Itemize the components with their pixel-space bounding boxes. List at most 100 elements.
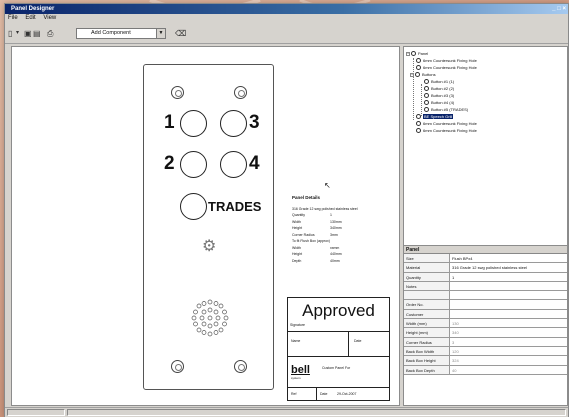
bell-logo-sub: system <box>291 376 301 380</box>
property-key: Height (mm) <box>404 328 450 337</box>
menu-file[interactable]: File <box>5 14 21 23</box>
property-row[interactable]: Corner Radius 3 <box>404 337 567 347</box>
tree-item-button[interactable]: Button #5 (TRADES) <box>424 107 468 113</box>
button-1-label: 1 <box>164 112 175 133</box>
tree-label: Button #5 (TRADES) <box>431 107 469 112</box>
proximity-reader-icon[interactable]: ⚙ <box>202 239 216 255</box>
close-button[interactable]: × <box>562 6 566 12</box>
property-row[interactable]: Back Box Height 324 <box>404 356 567 366</box>
property-row[interactable]: Size Flush BPx4 <box>404 254 567 264</box>
property-row[interactable]: Height (mm) 340 <box>404 328 567 338</box>
property-value[interactable]: 120 <box>450 347 567 355</box>
new-file-icon[interactable]: ▯ <box>8 29 12 38</box>
tree-item-hole[interactable]: 6mm Countersunk Fixing Hole <box>416 128 477 134</box>
maximize-button[interactable]: □ <box>557 6 561 12</box>
date2-label: Date <box>320 392 328 396</box>
property-row[interactable]: Order No. <box>404 300 567 310</box>
property-row[interactable] <box>404 291 567 301</box>
property-key: Back Box Height <box>404 356 450 365</box>
design-canvas[interactable]: 1 3 2 4 TRADES ⚙ ↖ Panel Details 316 Gra… <box>11 46 400 406</box>
menu-edit[interactable]: Edit <box>22 14 38 23</box>
property-value[interactable]: 324 <box>450 356 567 364</box>
property-value[interactable] <box>450 300 567 308</box>
dropdown-arrow-icon[interactable]: ▾ <box>16 29 19 38</box>
panel-button-4[interactable] <box>220 151 247 178</box>
component-tree[interactable]: − Panel 6mm Countersunk Fixing Hole 6mm C… <box>403 46 568 246</box>
property-value[interactable]: 316 Grade 12 swg polished stainless stee… <box>450 263 567 271</box>
property-value[interactable]: 40 <box>450 366 567 374</box>
details-row: Depth 40mm <box>292 258 402 265</box>
panel-button-3[interactable] <box>220 110 247 137</box>
panel-preview[interactable]: 1 3 2 4 TRADES ⚙ <box>143 64 274 390</box>
tree-label: Button #3 (3) <box>431 93 455 98</box>
button-icon <box>424 107 429 113</box>
tree-item-speech-grill[interactable]: BE Speech Grill <box>416 114 454 120</box>
tree-item-panel[interactable]: − Panel <box>406 51 428 57</box>
collapse-icon[interactable]: − <box>410 72 414 77</box>
property-key: Order No. <box>404 300 450 309</box>
property-value[interactable]: 1 <box>450 273 567 281</box>
property-value[interactable]: 130 <box>450 319 567 327</box>
open-folder-icon[interactable]: ▤ <box>33 29 41 38</box>
speech-grill-icon[interactable] <box>187 295 233 341</box>
panel-button-1[interactable] <box>180 110 207 137</box>
property-key: Back Box Depth <box>404 365 450 374</box>
property-row[interactable]: Width (mm) 130 <box>404 319 567 329</box>
divider <box>348 331 349 356</box>
fixing-hole[interactable] <box>171 360 184 373</box>
tree-connector <box>421 84 422 116</box>
fixing-hole[interactable] <box>171 86 184 99</box>
fixing-hole[interactable] <box>234 360 247 373</box>
panel-button-2[interactable] <box>180 151 207 178</box>
tree-item-button[interactable]: Button #4 (4) <box>424 100 454 106</box>
divider <box>288 356 389 357</box>
print-icon[interactable]: ⎙ <box>47 29 53 38</box>
details-value: 40mm <box>330 258 340 263</box>
tree-item-button[interactable]: Button #2 (2) <box>424 86 454 92</box>
status-bar <box>5 407 568 417</box>
panel-icon <box>411 51 416 57</box>
button-icon <box>424 93 429 99</box>
approved-title: Approved <box>302 301 375 320</box>
tree-item-buttons[interactable]: − Buttons <box>410 72 436 78</box>
date2-value: 29-Oct-2007 <box>337 392 357 396</box>
minimize-button[interactable]: _ <box>552 6 555 12</box>
property-row[interactable]: Quantity 1 <box>404 272 567 282</box>
tree-label: 6mm Countersunk Fixing Hole <box>423 121 477 126</box>
button-icon <box>424 100 429 106</box>
tree-item-button[interactable]: Button #1 (1) <box>424 79 454 85</box>
property-value[interactable]: Flush BPx4 <box>450 254 567 262</box>
property-row[interactable]: Back Box Depth 40 <box>404 365 567 375</box>
save-icon[interactable]: ▣ <box>24 29 32 38</box>
property-key: Size <box>404 254 450 263</box>
signature-label: Signature <box>290 323 305 327</box>
collapse-icon[interactable]: − <box>406 51 410 56</box>
property-row[interactable]: Material 316 Grade 12 swg polished stainl… <box>404 263 567 273</box>
tree-item-hole[interactable]: 6mm Countersunk Fixing Hole <box>416 58 477 64</box>
button-icon <box>424 86 429 92</box>
property-row[interactable]: Customer <box>404 309 567 320</box>
property-value[interactable] <box>450 310 567 318</box>
property-row[interactable]: Notes <box>404 281 567 292</box>
button-2-label: 2 <box>164 153 175 174</box>
properties-grid: Panel Size Flush BPx4 Material 316 Grade 12… <box>403 245 568 406</box>
property-value[interactable] <box>450 282 567 290</box>
tree-connector <box>413 58 414 120</box>
property-row[interactable]: Back Box Width 120 <box>404 346 567 357</box>
fixing-hole[interactable] <box>234 86 247 99</box>
hole-icon <box>416 121 421 127</box>
delete-icon[interactable]: ⌫ <box>175 29 186 38</box>
name-label: Name <box>291 339 301 343</box>
tree-item-button[interactable]: Button #3 (3) <box>424 93 454 99</box>
property-value[interactable] <box>450 291 567 299</box>
tree-item-hole[interactable]: 6mm Countersunk Fixing Hole <box>416 121 477 127</box>
property-value[interactable]: 340 <box>450 328 567 336</box>
property-value[interactable]: 3 <box>450 338 567 346</box>
hole-icon <box>416 65 421 71</box>
tree-item-hole[interactable]: 6mm Countersunk Fixing Hole <box>416 65 477 71</box>
panel-button-trades[interactable] <box>180 193 207 220</box>
add-component-combo[interactable]: Add Component ▼ <box>76 28 166 39</box>
menu-view[interactable]: View <box>40 14 59 23</box>
chevron-down-icon[interactable]: ▼ <box>156 29 165 38</box>
hole-icon <box>416 58 421 64</box>
